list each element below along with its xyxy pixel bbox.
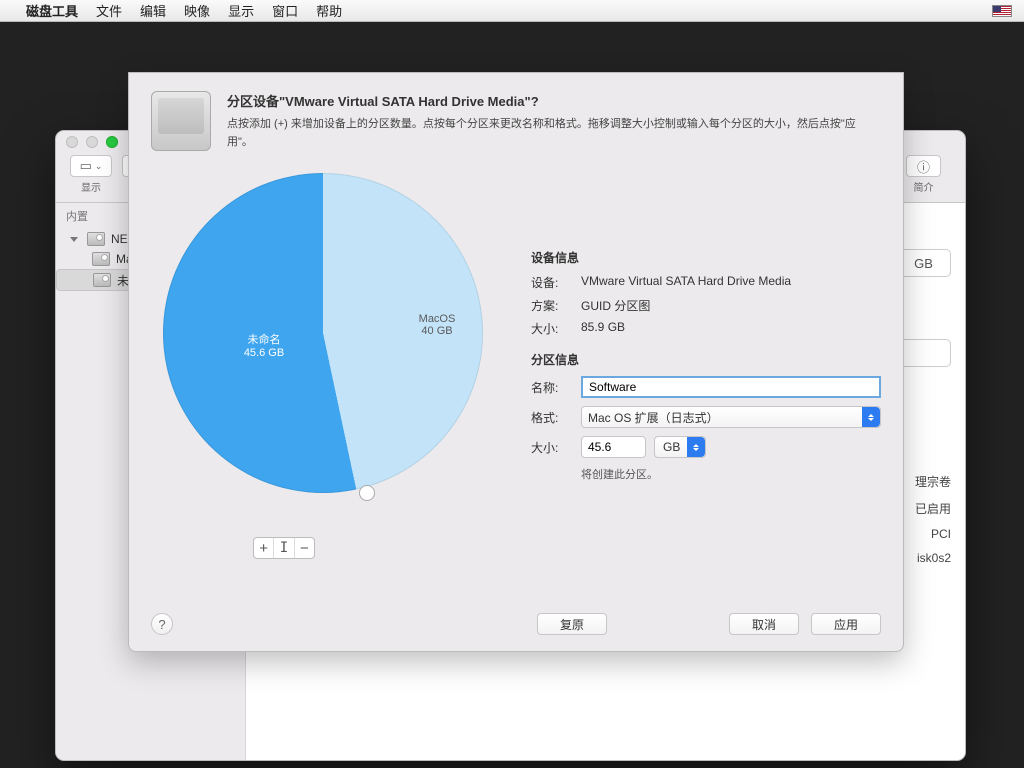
sheet-title: 分区设备"VMware Virtual SATA Hard Drive Medi…	[227, 91, 881, 110]
slice-size: 40 GB	[407, 325, 467, 337]
partition-name-input[interactable]	[581, 376, 881, 398]
menu-app[interactable]: 磁盘工具	[26, 1, 78, 20]
partition-pie[interactable]: 未命名 45.6 GB MacOS 40 GB	[163, 173, 503, 533]
menu-image[interactable]: 映像	[184, 1, 210, 20]
info-label: 简介	[913, 179, 933, 194]
name-key: 名称:	[531, 379, 581, 396]
format-value: Mac OS 扩展（日志式）	[588, 409, 719, 426]
psize-key: 大小:	[531, 439, 581, 456]
size-unit-select[interactable]: GB	[654, 436, 706, 458]
disk-icon	[93, 273, 111, 287]
disk-icon	[92, 252, 110, 266]
info-box	[896, 339, 951, 367]
edit-partition-button[interactable]: I	[273, 538, 293, 558]
device-value: VMware Virtual SATA Hard Drive Media	[581, 274, 881, 291]
menubar: 磁盘工具 文件 编辑 映像 显示 窗口 帮助	[0, 0, 1024, 22]
help-button[interactable]: ?	[151, 613, 173, 635]
device-key: 设备:	[531, 274, 581, 291]
scheme-key: 方案:	[531, 297, 581, 314]
partition-size-input[interactable]	[581, 436, 646, 458]
slice-name: 未命名	[219, 331, 309, 347]
chevron-updown-icon	[862, 407, 880, 427]
slice-size: 45.6 GB	[219, 347, 309, 359]
apply-button[interactable]: 应用	[811, 613, 881, 635]
menu-window[interactable]: 窗口	[272, 1, 298, 20]
device-info-heading: 设备信息	[531, 249, 881, 266]
size-value: 85.9 GB	[581, 320, 881, 337]
disk-icon	[87, 232, 105, 246]
menu-view[interactable]: 显示	[228, 1, 254, 20]
partition-info-heading: 分区信息	[531, 351, 881, 368]
stub-label: 已启用	[915, 500, 951, 517]
menu-edit[interactable]: 编辑	[140, 1, 166, 20]
size-badge: GB	[896, 249, 951, 277]
size-key: 大小:	[531, 320, 581, 337]
pie-slice-label: MacOS 40 GB	[407, 313, 467, 337]
add-remove-buttons: + I −	[253, 537, 315, 559]
pie-slice-label: 未命名 45.6 GB	[219, 331, 309, 359]
unit-value: GB	[663, 440, 680, 454]
info-button[interactable]: ⓘ	[906, 155, 941, 177]
stub-label: PCI	[915, 527, 951, 541]
chevron-updown-icon	[687, 437, 705, 457]
scheme-value: GUID 分区图	[581, 297, 881, 314]
harddrive-icon	[151, 91, 211, 151]
sheet-description: 点按添加 (+) 来增加设备上的分区数量。点按每个分区来更改名称和格式。拖移调整…	[227, 116, 881, 151]
view-button[interactable]: ▭ ⌄	[70, 155, 112, 177]
remove-partition-button[interactable]: −	[294, 538, 314, 558]
disclosure-icon[interactable]	[70, 237, 78, 242]
format-select[interactable]: Mac OS 扩展（日志式）	[581, 406, 881, 428]
stub-label: 理宗卷	[915, 473, 951, 490]
menu-help[interactable]: 帮助	[316, 1, 342, 20]
menu-file[interactable]: 文件	[96, 1, 122, 20]
cancel-button[interactable]: 取消	[729, 613, 799, 635]
revert-button[interactable]: 复原	[537, 613, 607, 635]
add-partition-button[interactable]: +	[254, 538, 273, 558]
partition-note: 将创建此分区。	[581, 466, 881, 482]
view-label: 显示	[81, 179, 101, 194]
format-key: 格式:	[531, 409, 581, 426]
partition-sheet: 分区设备"VMware Virtual SATA Hard Drive Medi…	[128, 72, 904, 652]
stub-label: isk0s2	[915, 551, 951, 565]
resize-handle-icon[interactable]	[359, 485, 375, 501]
slice-name: MacOS	[407, 313, 467, 325]
input-flag-icon[interactable]	[992, 5, 1012, 17]
info-stubs: 理宗卷 已启用 PCI isk0s2	[915, 463, 951, 575]
